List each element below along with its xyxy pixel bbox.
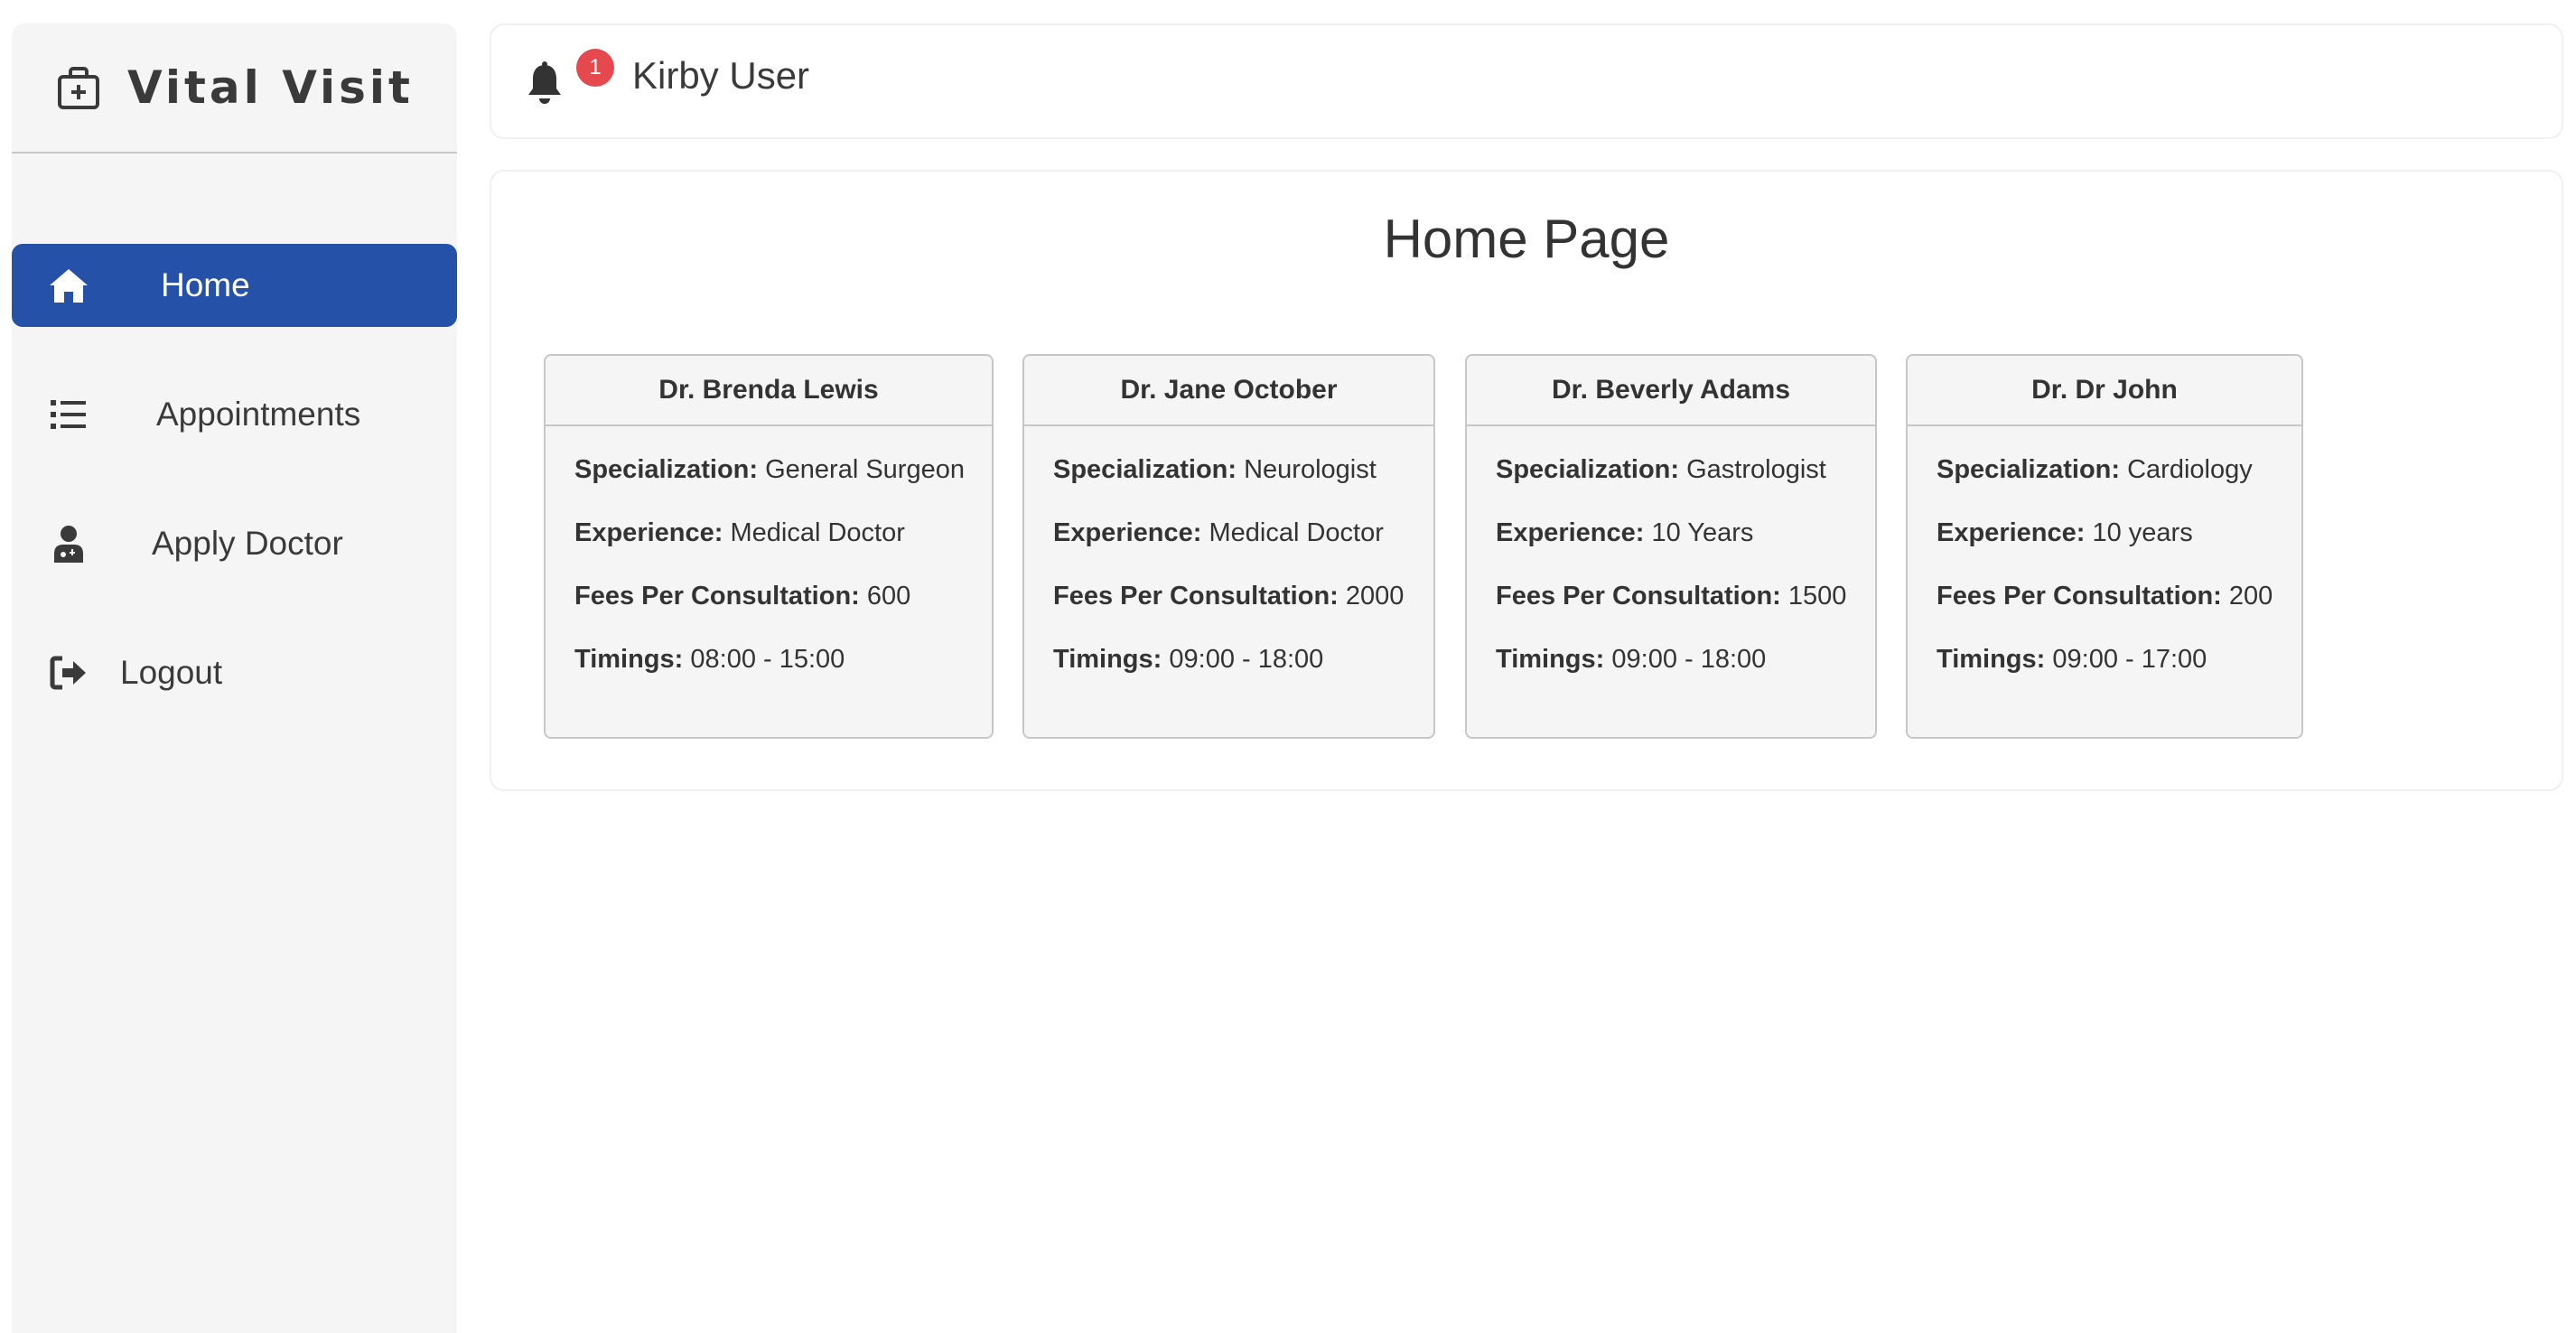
timings-row: Timings: 09:00 - 17:00 [1937, 641, 2301, 704]
fees-row: Fees Per Consultation: 2000 [1053, 578, 1433, 641]
experience-value: 10 Years [1651, 518, 1754, 547]
timings-value: 09:00 - 17:00 [2052, 645, 2207, 674]
fees-row: Fees Per Consultation: 1500 [1496, 578, 1875, 641]
fees-value: 600 [866, 582, 911, 611]
timings-row: Timings: 09:00 - 18:00 [1053, 641, 1433, 704]
fees-label: Fees Per Consultation: [1053, 582, 1339, 611]
timings-row: Timings: 09:00 - 18:00 [1496, 641, 1875, 704]
specialization-value: General Surgeon [765, 455, 965, 484]
fees-value: 200 [2228, 582, 2273, 611]
timings-row: Timings: 08:00 - 15:00 [574, 641, 992, 704]
timings-value: 08:00 - 15:00 [690, 645, 845, 674]
specialization-value: Neurologist [1244, 455, 1377, 484]
fees-row: Fees Per Consultation: 600 [574, 578, 992, 641]
experience-value: Medical Doctor [730, 518, 905, 547]
home-icon [46, 263, 91, 308]
timings-value: 09:00 - 18:00 [1169, 645, 1324, 674]
bell-icon[interactable] [524, 61, 565, 107]
main-content: Home Page Dr. Brenda Lewis Specializatio… [490, 170, 2563, 791]
sidebar-item-label: Appointments [156, 396, 361, 433]
specialization-label: Specialization: [574, 455, 759, 484]
sidebar-item-home[interactable]: Home [12, 244, 457, 327]
brand-name: Vital Visit [127, 61, 414, 114]
timings-value: 09:00 - 18:00 [1611, 645, 1767, 674]
timings-label: Timings: [574, 645, 684, 674]
experience-row: Experience: Medical Doctor [1053, 515, 1433, 578]
fees-label: Fees Per Consultation: [1496, 582, 1781, 611]
doctor-card[interactable]: Dr. Dr John Specialization: Cardiology E… [1906, 354, 2303, 739]
specialization-label: Specialization: [1496, 455, 1680, 484]
card-body: Specialization: Neurologist Experience: … [1024, 426, 1433, 704]
specialization-value: Gastrologist [1686, 455, 1826, 484]
specialization-row: Specialization: Neurologist [1053, 452, 1433, 515]
sidebar: Vital Visit Home Appointments Apply Doct… [12, 23, 457, 1333]
experience-value: Medical Doctor [1209, 518, 1384, 547]
specialization-row: Specialization: General Surgeon [574, 452, 992, 515]
list-icon [46, 392, 91, 437]
sidebar-item-apply-doctor[interactable]: Apply Doctor [12, 502, 457, 585]
notification-badge[interactable]: 1 [576, 49, 614, 87]
experience-label: Experience: [1053, 518, 1202, 547]
experience-label: Experience: [1496, 518, 1645, 547]
experience-row: Experience: Medical Doctor [574, 515, 992, 578]
fees-value: 1500 [1787, 582, 1847, 611]
experience-value: 10 years [2092, 518, 2193, 547]
sidebar-item-label: Logout [120, 654, 223, 691]
timings-label: Timings: [1496, 645, 1605, 674]
fees-value: 2000 [1345, 582, 1405, 611]
doctor-card[interactable]: Dr. Jane October Specialization: Neurolo… [1022, 354, 1435, 739]
card-body: Specialization: General Surgeon Experien… [546, 426, 992, 704]
sidebar-item-logout[interactable]: Logout [12, 631, 457, 714]
specialization-row: Specialization: Gastrologist [1496, 452, 1875, 515]
fees-label: Fees Per Consultation: [574, 582, 860, 611]
doctor-card[interactable]: Dr. Brenda Lewis Specialization: General… [544, 354, 994, 739]
doctor-card[interactable]: Dr. Beverly Adams Specialization: Gastro… [1465, 354, 1877, 739]
doctor-name: Dr. Brenda Lewis [546, 356, 992, 426]
timings-label: Timings: [1937, 645, 2046, 674]
timings-label: Timings: [1053, 645, 1162, 674]
sidebar-menu: Home Appointments Apply Doctor Logout [12, 244, 457, 714]
top-header: 1 Kirby User [490, 23, 2563, 139]
specialization-label: Specialization: [1937, 455, 2121, 484]
specialization-label: Specialization: [1053, 455, 1237, 484]
experience-label: Experience: [1937, 518, 2086, 547]
user-name[interactable]: Kirby User [632, 54, 809, 98]
sidebar-item-label: Home [161, 266, 250, 303]
card-body: Specialization: Gastrologist Experience:… [1467, 426, 1875, 704]
sidebar-item-label: Apply Doctor [152, 525, 343, 562]
page-title: Home Page [1383, 209, 1670, 269]
doctor-icon [46, 521, 91, 566]
experience-row: Experience: 10 years [1937, 515, 2301, 578]
doctor-name: Dr. Beverly Adams [1467, 356, 1875, 426]
medical-kit-icon [58, 67, 100, 109]
fees-label: Fees Per Consultation: [1937, 582, 2222, 611]
experience-row: Experience: 10 Years [1496, 515, 1875, 578]
sidebar-item-appointments[interactable]: Appointments [12, 373, 457, 456]
doctor-name: Dr. Jane October [1024, 356, 1433, 426]
doctor-name: Dr. Dr John [1908, 356, 2301, 426]
brand: Vital Visit [12, 23, 457, 154]
logout-icon [46, 650, 91, 695]
fees-row: Fees Per Consultation: 200 [1937, 578, 2301, 641]
specialization-value: Cardiology [2127, 455, 2253, 484]
card-body: Specialization: Cardiology Experience: 1… [1908, 426, 2301, 704]
experience-label: Experience: [574, 518, 723, 547]
specialization-row: Specialization: Cardiology [1937, 452, 2301, 515]
